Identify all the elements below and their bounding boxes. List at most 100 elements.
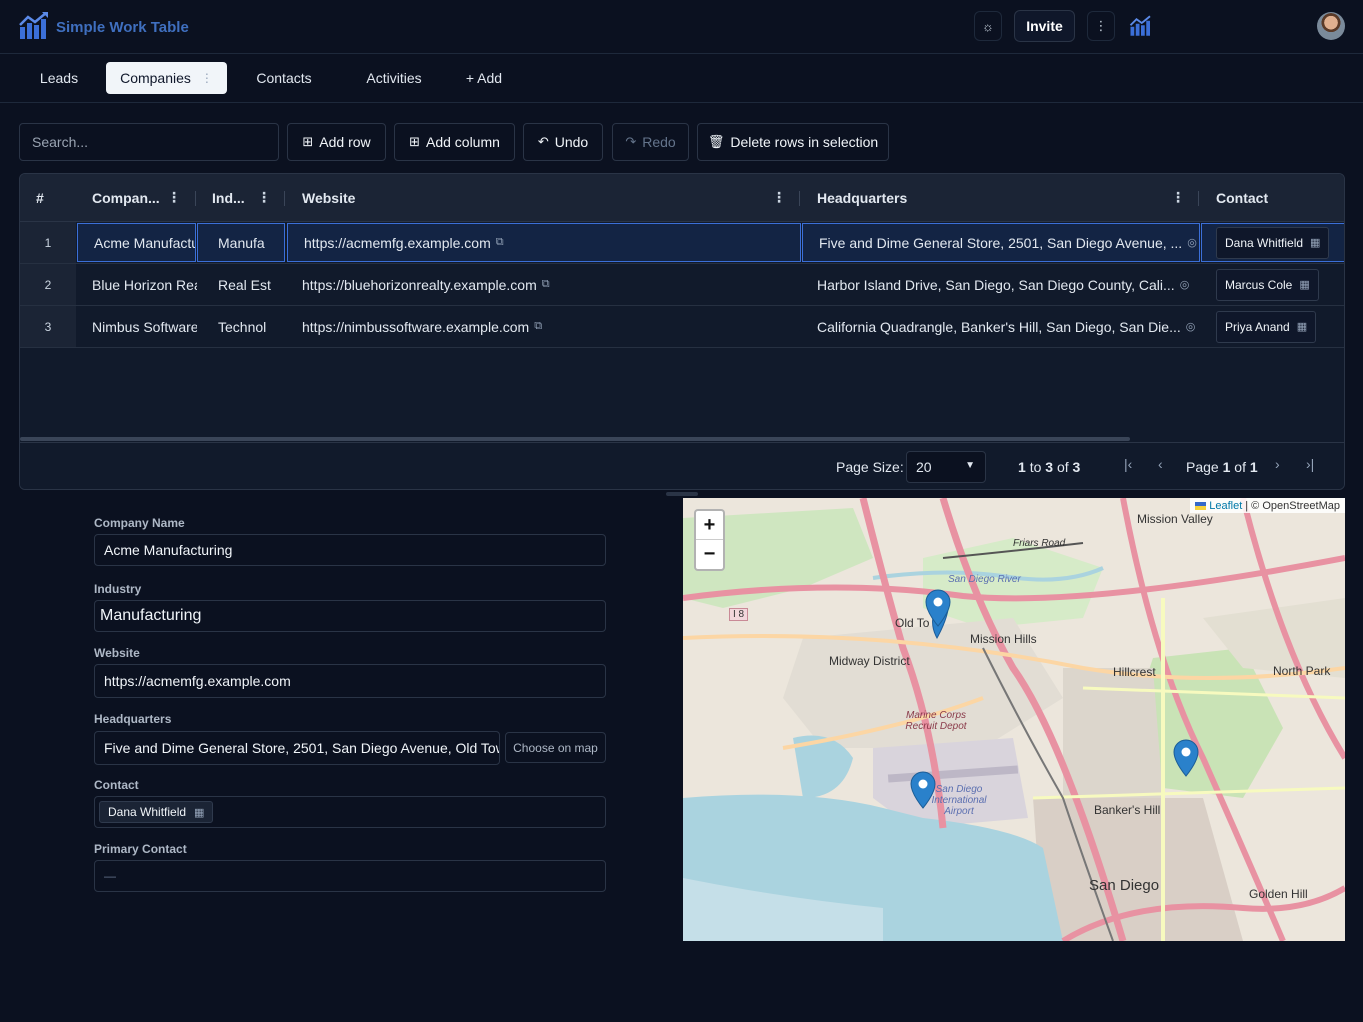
tab-menu-icon[interactable]: ⋮ (201, 71, 213, 85)
industry-field[interactable]: Manufacturing (94, 600, 606, 632)
add-row-button[interactable]: ⊞ Add row (287, 123, 386, 161)
cell-text: https://acmemfg.example.com (304, 234, 491, 251)
location-pin-icon[interactable]: ◎ (1180, 278, 1190, 291)
cell-company[interactable]: Nimbus Software (76, 306, 197, 347)
external-link-icon[interactable]: ⧉ (542, 278, 550, 291)
headquarters-field[interactable]: Five and Dime General Store, 2501, San D… (94, 731, 500, 765)
cell-headquarters[interactable]: Five and Dime General Store, 2501, San D… (802, 223, 1200, 262)
column-divider[interactable] (195, 191, 196, 206)
external-link-icon[interactable]: ⧉ (496, 236, 504, 249)
range-start: 1 (1018, 459, 1026, 475)
header-website[interactable]: Website (302, 174, 355, 222)
header-company[interactable]: Compan... (92, 174, 160, 222)
range-of: of (1056, 459, 1069, 475)
theme-toggle-button[interactable]: ☼ (974, 11, 1002, 41)
redo-label: Redo (642, 134, 676, 150)
header-industry[interactable]: Ind... (212, 174, 245, 222)
osm-attribution[interactable]: | © OpenStreetMap (1245, 500, 1340, 512)
delete-rows-button[interactable]: 🗑 Delete rows in selection (697, 123, 889, 161)
contact-label: Contact (94, 778, 139, 792)
cell-industry[interactable]: Manufa (197, 223, 285, 262)
add-column-label: Add column (425, 134, 500, 150)
external-link-icon[interactable]: ⧉ (534, 320, 542, 333)
company-name-label: Company Name (94, 516, 185, 530)
chevron-down-icon: ▼ (965, 460, 975, 471)
choose-on-map-button[interactable]: Choose on map (505, 732, 606, 763)
map-view[interactable]: Mission Valley Friars Road San Diego Riv… (683, 498, 1345, 941)
range-total: 3 (1072, 459, 1081, 475)
tab-leads[interactable]: Leads (19, 62, 99, 94)
website-field[interactable]: https://acmemfg.example.com (94, 664, 606, 698)
table-row[interactable]: 2 Blue Horizon Rea Real Est https://blue… (20, 264, 1344, 306)
column-menu-icon[interactable]: ⋮ (167, 189, 181, 206)
cell-text: Blue Horizon Rea (92, 276, 197, 293)
tab-label: Leads (39, 70, 79, 86)
cell-headquarters[interactable]: California Quadrangle, Banker's Hill, Sa… (801, 306, 1201, 347)
add-row-label: Add row (319, 134, 371, 150)
cell-contact[interactable]: Priya Anand ▦ (1201, 306, 1344, 347)
undo-button[interactable]: ↶ Undo (523, 123, 603, 161)
contact-chip[interactable]: Priya Anand ▦ (1216, 310, 1317, 343)
workspace-logo-icon[interactable] (1129, 14, 1153, 38)
row-number: 3 (20, 306, 76, 347)
next-page-icon[interactable]: › (1275, 456, 1280, 472)
zoom-in-button[interactable]: + (696, 511, 723, 540)
user-avatar[interactable] (1317, 12, 1345, 40)
column-menu-icon[interactable]: ⋮ (772, 189, 786, 206)
tab-activities[interactable]: Activities (354, 62, 434, 94)
more-menu-button[interactable]: ⋮ (1087, 11, 1115, 41)
tab-companies[interactable]: Companies ⋮ (106, 62, 227, 94)
column-menu-icon[interactable]: ⋮ (1171, 189, 1185, 206)
header-headquarters[interactable]: Headquarters (817, 174, 907, 222)
add-column-icon: ⊞ (409, 134, 420, 149)
cell-text: https://nimbussoftware.example.com (302, 318, 530, 335)
company-name-field[interactable]: Acme Manufacturing (94, 534, 606, 566)
column-divider[interactable] (799, 191, 800, 206)
column-divider[interactable] (1198, 191, 1199, 206)
contact-chip[interactable]: Dana Whitfield ▦ (1216, 226, 1330, 259)
page-indicator: Page 1 of 1 (1186, 459, 1258, 475)
location-pin-icon[interactable]: ◎ (1186, 320, 1196, 333)
column-divider[interactable] (284, 191, 285, 206)
add-tab-button[interactable]: + Add (456, 62, 512, 94)
zoom-out-button[interactable]: − (696, 540, 723, 569)
cell-website[interactable]: https://nimbussoftware.example.com ⧉ (286, 306, 802, 347)
contact-field[interactable]: Dana Whitfield ▦ (94, 796, 606, 828)
location-pin-icon[interactable]: ◎ (1187, 236, 1197, 249)
previous-page-icon[interactable]: ‹ (1158, 456, 1163, 472)
contact-chip[interactable]: Marcus Cole ▦ (1216, 268, 1319, 301)
vertical-dots-icon: ⋮ (1094, 18, 1108, 33)
primary-contact-field[interactable]: — (94, 860, 606, 892)
map-label: San Diego International Airport (931, 784, 987, 817)
leaflet-link[interactable]: Leaflet (1209, 500, 1242, 512)
table-row[interactable]: 3 Nimbus Software Technol https://nimbus… (20, 306, 1344, 348)
cell-text: https://bluehorizonrealty.example.com (302, 276, 537, 293)
cell-website[interactable]: https://bluehorizonrealty.example.com ⧉ (286, 264, 802, 305)
cell-website[interactable]: https://acmemfg.example.com ⧉ (287, 223, 801, 262)
search-input[interactable] (19, 123, 279, 161)
resize-handle[interactable] (666, 492, 698, 496)
contact-chip[interactable]: Dana Whitfield ▦ (99, 801, 214, 823)
column-menu-icon[interactable]: ⋮ (257, 189, 271, 206)
app-title[interactable]: Simple Work Table (56, 19, 189, 36)
invite-button[interactable]: Invite (1014, 10, 1075, 42)
first-page-icon[interactable]: |‹ (1124, 456, 1132, 472)
page-size-select[interactable]: 20 ▼ (906, 451, 986, 483)
contact-chip-label: Dana Whitfield (108, 805, 187, 819)
cell-headquarters[interactable]: Harbor Island Drive, San Diego, San Dieg… (801, 264, 1201, 305)
header-contact[interactable]: Contact (1216, 174, 1268, 222)
cell-contact[interactable]: Dana Whitfield ▦ (1201, 223, 1344, 262)
cell-industry[interactable]: Real Est (197, 264, 286, 305)
cell-company[interactable]: Blue Horizon Rea (76, 264, 197, 305)
range-end: 3 (1045, 459, 1054, 475)
horizontal-scrollbar[interactable] (20, 437, 1130, 441)
last-page-icon[interactable]: ›| (1306, 456, 1314, 472)
cell-company[interactable]: Acme Manufactu (77, 223, 196, 262)
add-column-button[interactable]: ⊞ Add column (394, 123, 515, 161)
tab-contacts[interactable]: Contacts (244, 62, 324, 94)
range-to: to (1029, 459, 1042, 475)
redo-button[interactable]: ↷ Redo (612, 123, 689, 161)
cell-industry[interactable]: Technol (197, 306, 286, 347)
cell-contact[interactable]: Marcus Cole ▦ (1201, 264, 1344, 305)
table-row[interactable]: 1 Acme Manufactu Manufa https://acmemfg.… (20, 222, 1344, 264)
